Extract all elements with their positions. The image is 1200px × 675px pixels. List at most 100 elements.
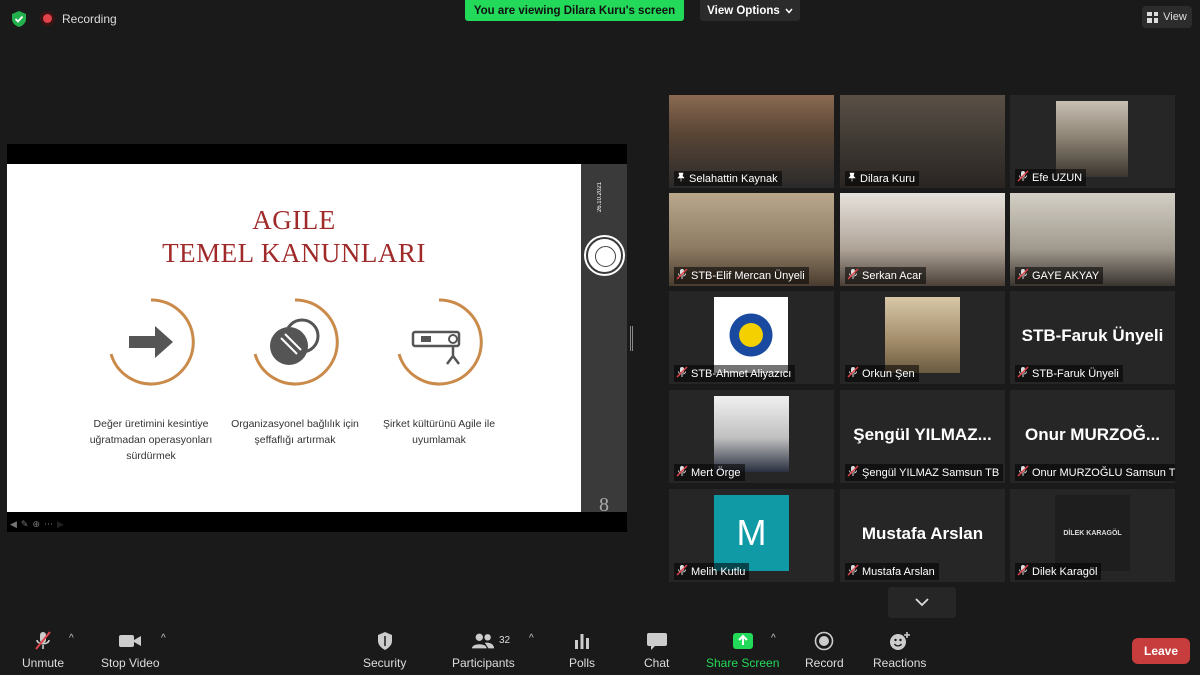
microphone-muted-icon bbox=[1017, 366, 1029, 381]
video-camera-icon bbox=[118, 630, 142, 652]
view-label: View bbox=[1163, 11, 1187, 23]
participants-options-caret[interactable]: ^ bbox=[529, 633, 534, 644]
participant-name: Selahattin Kaynak bbox=[689, 172, 778, 185]
participant-tile[interactable]: Şengül YILMAZ... Şengül YILMAZ Samsun TB bbox=[840, 390, 1005, 483]
slide-title-line1: AGILE bbox=[252, 205, 336, 235]
slide-title: AGILE TEMEL KANUNLARI bbox=[7, 204, 581, 270]
participant-tile[interactable]: STB-Elif Mercan Ünyeli bbox=[669, 193, 834, 286]
participant-video bbox=[885, 297, 960, 373]
participant-name-label: Efe UZUN bbox=[1015, 169, 1087, 186]
participant-name-label: Onur MURZOĞLU Samsun TB bbox=[1015, 464, 1175, 481]
participant-tile[interactable]: Mert Örge bbox=[669, 390, 834, 483]
polls-button[interactable]: Polls bbox=[569, 630, 595, 670]
participant-tile[interactable]: Serkan Acar bbox=[840, 193, 1005, 286]
participant-name: Dilara Kuru bbox=[860, 172, 916, 185]
polls-label: Polls bbox=[569, 656, 596, 670]
microphone-muted-icon bbox=[847, 268, 859, 283]
participant-tile[interactable]: Mustafa Arslan Mustafa Arslan bbox=[840, 489, 1005, 582]
microphone-muted-icon bbox=[1017, 170, 1029, 185]
participant-tile[interactable]: STB-Faruk Ünyeli STB-Faruk Ünyeli bbox=[1010, 291, 1175, 384]
slide-sidebar: 26.10.2021 8 bbox=[581, 164, 627, 516]
participant-tile[interactable]: Efe UZUN bbox=[1010, 95, 1175, 188]
participant-name: STB-Ahmet Aliyazıcı bbox=[691, 367, 792, 380]
participant-tile[interactable]: STB-Ahmet Aliyazıcı bbox=[669, 291, 834, 384]
view-options-button[interactable]: View Options bbox=[700, 0, 800, 21]
viewing-screen-banner: You are viewing Dilara Kuru's screen bbox=[465, 0, 684, 21]
institution-logo bbox=[586, 237, 623, 274]
microphone-muted-icon bbox=[847, 564, 859, 579]
microphone-muted-icon bbox=[676, 465, 688, 480]
participant-name: Melih Kutlu bbox=[691, 565, 746, 578]
microphone-muted-icon bbox=[676, 366, 688, 381]
participant-name-label: GAYE AKYAY bbox=[1015, 267, 1104, 284]
participant-tile[interactable]: DİLEK KARAGÖL Dilek Karagöl bbox=[1010, 489, 1175, 582]
smiley-plus-icon bbox=[888, 630, 912, 652]
participant-name-label: Dilara Kuru bbox=[845, 171, 920, 186]
audio-options-caret[interactable]: ^ bbox=[69, 633, 74, 644]
recording-indicator[interactable]: Recording bbox=[40, 11, 117, 26]
participant-name: STB-Faruk Ünyeli bbox=[1032, 367, 1119, 380]
unmute-button[interactable]: Unmute bbox=[22, 630, 64, 670]
participant-tile[interactable]: Onur MURZOĞ... Onur MURZOĞLU Samsun TB bbox=[1010, 390, 1175, 483]
microphone-muted-icon bbox=[676, 268, 688, 283]
pen-icon[interactable]: ✎ bbox=[21, 519, 29, 530]
participant-tile[interactable]: GAYE AKYAY bbox=[1010, 193, 1175, 286]
participant-name: STB-Elif Mercan Ünyeli bbox=[691, 269, 805, 282]
participant-name-label: Mert Örge bbox=[674, 464, 745, 481]
participant-tile[interactable]: Orkun Şen bbox=[840, 291, 1005, 384]
share-options-caret[interactable]: ^ bbox=[771, 633, 776, 644]
name-card-image: DİLEK KARAGÖL bbox=[1055, 495, 1130, 571]
record-button[interactable]: Record bbox=[805, 630, 844, 670]
security-label: Security bbox=[363, 656, 407, 670]
participant-name: Onur MURZOĞLU Samsun TB bbox=[1032, 466, 1175, 479]
microphone-muted-icon bbox=[1017, 564, 1029, 579]
microphone-muted-icon bbox=[676, 564, 688, 579]
security-shield-icon bbox=[373, 630, 397, 652]
participant-name-label: Şengül YILMAZ Samsun TB bbox=[845, 464, 1004, 481]
shared-screen[interactable]: AGILE TEMEL KANUNLARI Değer üretimini ke… bbox=[7, 144, 627, 532]
telescope-icon bbox=[397, 298, 483, 386]
participant-name: Mustafa Arslan bbox=[862, 565, 935, 578]
participant-video bbox=[1056, 101, 1128, 177]
stop-video-label: Stop Video bbox=[101, 656, 160, 670]
share-screen-button[interactable]: Share Screen bbox=[706, 630, 779, 670]
participant-name-label: STB-Elif Mercan Ünyeli bbox=[674, 267, 809, 284]
reactions-button[interactable]: Reactions bbox=[873, 630, 926, 670]
zoom-icon[interactable]: ⊕ bbox=[32, 519, 40, 530]
slide-point-2: Organizasyonel bağlılık için şeffaflığı … bbox=[231, 418, 359, 446]
participant-name: Dilek Karagöl bbox=[1032, 565, 1098, 578]
participant-name-label: Dilek Karagöl bbox=[1015, 563, 1102, 580]
participant-name-label: Selahattin Kaynak bbox=[674, 171, 782, 186]
presentation-slide: AGILE TEMEL KANUNLARI Değer üretimini ke… bbox=[7, 164, 581, 529]
stop-video-button[interactable]: Stop Video bbox=[101, 630, 160, 670]
split-divider-handle[interactable] bbox=[630, 326, 633, 351]
next-page-button[interactable] bbox=[888, 587, 956, 618]
video-options-caret[interactable]: ^ bbox=[161, 633, 166, 644]
forward-arrow-icon[interactable]: ▶ bbox=[57, 519, 64, 530]
participant-name-label: Mustafa Arslan bbox=[845, 563, 939, 580]
slide-date: 26.10.2021 bbox=[597, 182, 603, 213]
participant-display-name: STB-Faruk Ünyeli bbox=[1021, 326, 1164, 345]
participant-name: Mert Örge bbox=[691, 466, 741, 479]
participant-tile[interactable]: Selahattin Kaynak bbox=[669, 95, 834, 188]
back-arrow-icon[interactable]: ◀ bbox=[10, 519, 17, 530]
view-layout-button[interactable]: View bbox=[1142, 6, 1192, 28]
participants-count: 32 bbox=[499, 635, 511, 646]
more-options-icon[interactable]: ⋯ bbox=[44, 519, 53, 530]
participant-name-label: STB-Ahmet Aliyazıcı bbox=[674, 365, 796, 382]
security-button[interactable]: Security bbox=[363, 630, 406, 670]
leave-button[interactable]: Leave bbox=[1132, 638, 1190, 664]
slide-toolbar[interactable]: ◀ ✎ ⊕ ⋯ ▶ bbox=[10, 519, 64, 530]
chat-bubble-icon bbox=[645, 630, 669, 652]
encryption-shield-icon[interactable] bbox=[10, 10, 28, 28]
participant-name-label: STB-Faruk Ünyeli bbox=[1015, 365, 1123, 382]
participant-name: Şengül YILMAZ Samsun TB bbox=[862, 466, 1000, 479]
bar-chart-icon bbox=[570, 630, 594, 652]
participant-tile[interactable]: Dilara Kuru bbox=[840, 95, 1005, 188]
view-options-label: View Options bbox=[707, 4, 780, 17]
recording-label: Recording bbox=[62, 11, 117, 26]
participant-tile[interactable]: M Melih Kutlu bbox=[669, 489, 834, 582]
microphone-muted-icon bbox=[1017, 465, 1029, 480]
chat-button[interactable]: Chat bbox=[644, 630, 669, 670]
overlapping-circles-icon bbox=[253, 298, 339, 386]
